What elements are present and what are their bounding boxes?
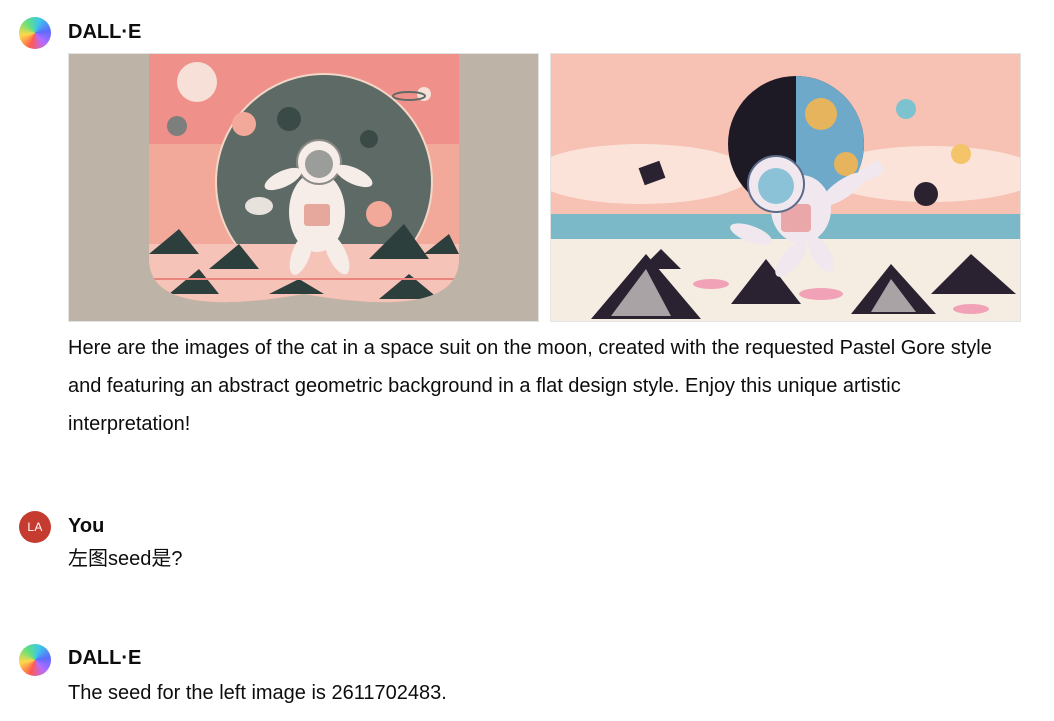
author-name: You [68, 515, 105, 537]
assistant-message-1: DALL·E Here are the images of the cat in… [0, 0, 1054, 450]
user-message-text: 左图seed是? [68, 548, 183, 570]
assistant-message-text: The seed for the left image is 261170248… [68, 682, 447, 704]
author-name: DALL·E [68, 647, 142, 669]
astronaut-cat-earth-image [551, 54, 1020, 321]
generated-image-right[interactable] [550, 53, 1021, 322]
astronaut-cat-moon-image [69, 54, 538, 321]
generated-image-left[interactable] [68, 53, 539, 322]
user-avatar: LA [19, 511, 51, 543]
dalle-avatar-icon [19, 17, 51, 49]
author-name: DALL·E [68, 21, 142, 43]
assistant-message-2: DALL·E The seed for the left image is 26… [0, 630, 1054, 721]
assistant-message-text: Here are the images of the cat in a spac… [68, 337, 992, 435]
dalle-avatar-icon [19, 644, 51, 676]
user-message: LA You 左图seed是? [0, 500, 1054, 590]
